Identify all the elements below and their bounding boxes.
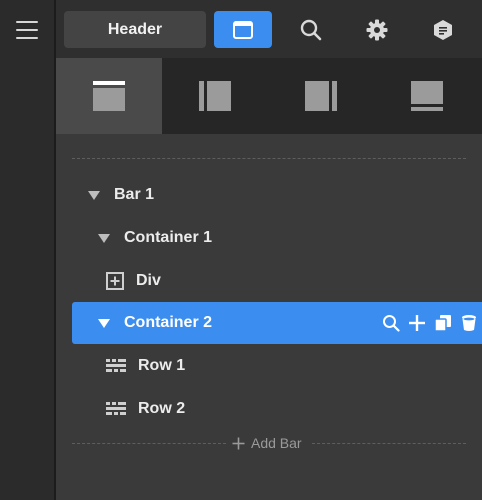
- collapse-caret-icon[interactable]: [98, 233, 110, 243]
- duplicate-icon[interactable]: [434, 314, 452, 332]
- top-toolbar: Header: [56, 0, 482, 58]
- tree-item-label: Div: [136, 272, 161, 289]
- tree-item-container-1[interactable]: Container 1: [72, 217, 482, 259]
- layout-header-icon: [93, 81, 125, 111]
- search-button[interactable]: [282, 11, 340, 48]
- div-box-plus-icon: [106, 272, 124, 290]
- divider: [72, 443, 226, 444]
- tree-item-div[interactable]: Div: [72, 260, 482, 302]
- tree-item-row-1[interactable]: Row 1: [72, 345, 482, 387]
- divider: [72, 158, 466, 159]
- collapse-caret-icon[interactable]: [88, 190, 100, 200]
- layout-right-sidebar-icon: [305, 81, 337, 111]
- search-icon[interactable]: [382, 314, 400, 332]
- left-rail: [0, 0, 56, 500]
- layout-button[interactable]: [214, 11, 272, 48]
- add-icon[interactable]: [408, 314, 426, 332]
- notes-button[interactable]: [414, 11, 472, 48]
- tab-right-sidebar-layout[interactable]: [268, 58, 374, 134]
- trash-icon[interactable]: [460, 314, 478, 332]
- hamburger-menu-icon[interactable]: [16, 21, 38, 39]
- settings-button[interactable]: [348, 11, 406, 48]
- layout-footer-icon: [411, 81, 443, 111]
- tree-item-label: Row 2: [138, 400, 186, 417]
- add-bar-button[interactable]: Add Bar: [232, 434, 302, 452]
- divider: [312, 443, 466, 444]
- tree-item-container-2[interactable]: Container 2: [72, 302, 482, 344]
- tree-item-label: Container 1: [124, 229, 213, 246]
- layout-tabs: [56, 58, 482, 134]
- tab-footer-layout[interactable]: [374, 58, 480, 134]
- tab-left-sidebar-layout[interactable]: [162, 58, 268, 134]
- tree-item-bar-1[interactable]: Bar 1: [72, 174, 482, 216]
- header-button[interactable]: Header: [64, 11, 206, 48]
- row-grid-icon: [106, 359, 126, 373]
- row-actions: [382, 302, 478, 344]
- gear-icon: [366, 19, 388, 40]
- tree-item-row-2[interactable]: Row 2: [72, 388, 482, 430]
- tree-item-label: Bar 1: [114, 186, 155, 203]
- tab-header-layout[interactable]: [56, 58, 162, 134]
- note-hexagon-icon: [434, 19, 452, 40]
- plus-icon: [232, 437, 245, 450]
- window-icon: [233, 20, 253, 39]
- tree-item-label: Row 1: [138, 357, 186, 374]
- row-grid-icon: [106, 402, 126, 416]
- header-button-label: Header: [107, 20, 163, 38]
- collapse-caret-icon[interactable]: [98, 318, 110, 328]
- tree-item-label: Container 2: [124, 314, 213, 331]
- layout-left-sidebar-icon: [199, 81, 231, 111]
- add-bar-label: Add Bar: [251, 435, 302, 451]
- search-icon: [300, 19, 322, 40]
